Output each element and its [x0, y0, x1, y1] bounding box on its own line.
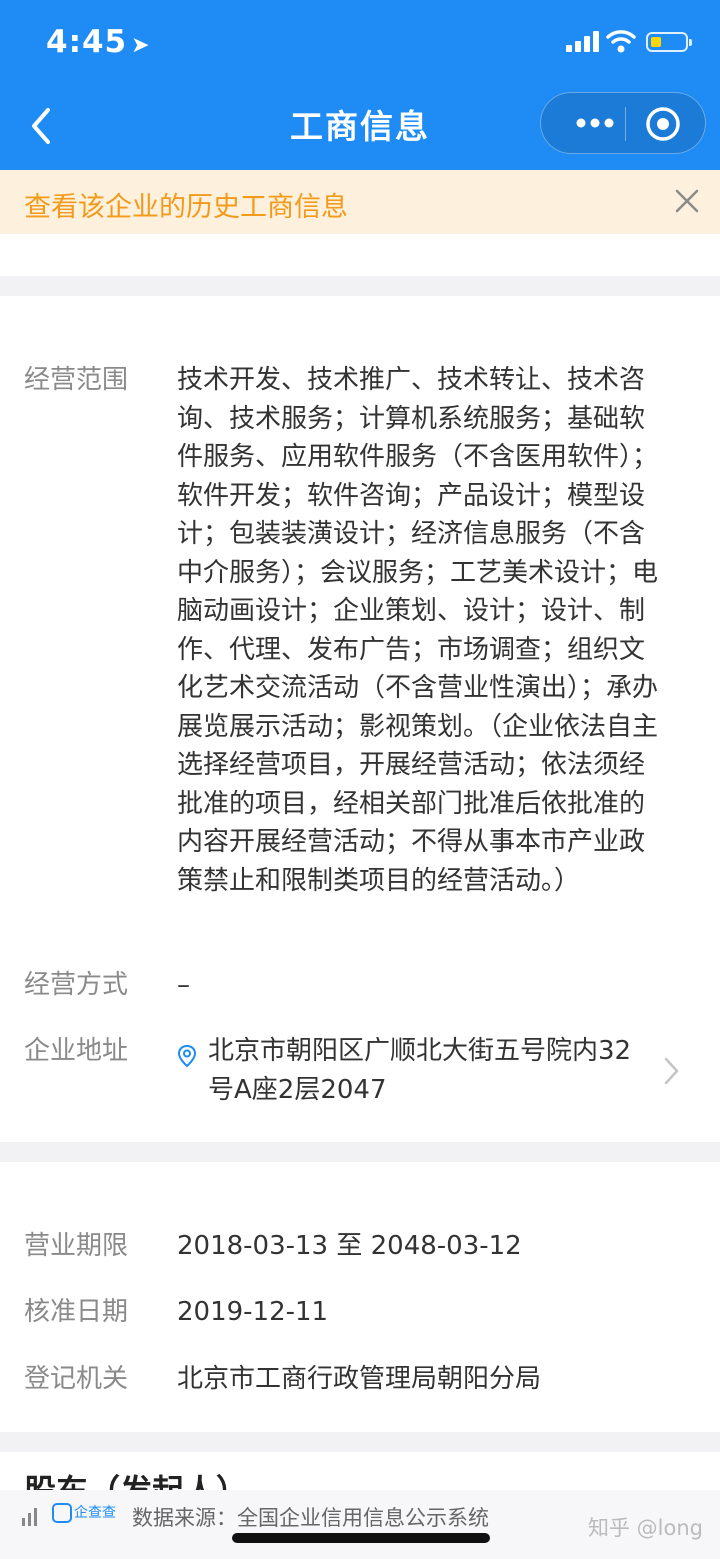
- signal-icon: [566, 30, 600, 52]
- zhihu-watermark: 知乎 @long: [588, 1516, 703, 1540]
- location-pin-icon: [177, 1044, 197, 1068]
- registration-card: 营业期限 2018-03-13 至 2048-03-12 核准日期 2019-1…: [0, 1162, 720, 1432]
- data-source-text: 数据来源：全国企业信用信息公示系统: [132, 1506, 489, 1530]
- business-scope-card: 经营范围 技术开发、技术推广、技术转让、技术咨询、技术服务；计算机系统服务；基础…: [0, 296, 720, 1142]
- mode-label: 经营方式: [24, 970, 129, 1000]
- close-icon[interactable]: [674, 188, 700, 214]
- home-indicator[interactable]: [232, 1533, 490, 1543]
- scope-value: 技术开发、技术推广、技术转让、技术咨询、技术服务；计算机系统服务；基础软件服务、…: [177, 365, 659, 896]
- status-time: 4:45 ➤: [46, 24, 151, 60]
- nav-bar: 4:45 ➤ 工商信息: [0, 0, 720, 170]
- qichacha-logo: 企查查: [52, 1502, 116, 1523]
- capsule-divider: [625, 107, 626, 141]
- chevron-right-icon[interactable]: [662, 1056, 680, 1086]
- location-arrow-icon: ➤: [131, 33, 151, 58]
- mode-value: –: [177, 970, 190, 1000]
- address-row[interactable]: 企业地址 北京市朝阳区广顺北大街五号院内32号A座2层2047: [24, 1032, 696, 1112]
- battery-icon: [646, 32, 692, 52]
- approval-value: 2019-12-11: [177, 1297, 329, 1327]
- close-miniprogram-icon[interactable]: [644, 105, 682, 143]
- more-icon[interactable]: [559, 103, 627, 143]
- period-value: 2018-03-13 至 2048-03-12: [177, 1231, 522, 1261]
- authority-value: 北京市工商行政管理局朝阳分局: [177, 1364, 542, 1394]
- previous-card: [0, 234, 720, 276]
- approval-label: 核准日期: [24, 1297, 129, 1327]
- authority-label: 登记机关: [24, 1364, 129, 1394]
- qichacha-logo-icon: [52, 1503, 72, 1523]
- history-banner[interactable]: 查看该企业的历史工商信息: [0, 170, 720, 234]
- miniprogram-capsule: [540, 92, 706, 154]
- period-label: 营业期限: [24, 1231, 129, 1261]
- wifi-icon: [606, 30, 636, 53]
- history-banner-text: 查看该企业的历史工商信息: [24, 192, 348, 223]
- address-value: 北京市朝阳区广顺北大街五号院内32号A座2层2047: [208, 1036, 632, 1105]
- scope-label: 经营范围: [24, 365, 129, 395]
- bars-icon: [22, 1508, 44, 1526]
- address-label: 企业地址: [24, 1036, 129, 1066]
